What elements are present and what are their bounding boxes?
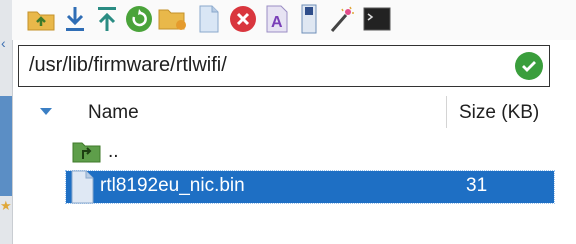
refresh-icon [126,6,152,32]
file-name: rtl8192eu_nic.bin [100,175,245,196]
column-name-header[interactable]: Name [88,102,139,124]
delete-button[interactable] [228,4,258,34]
refresh-button[interactable] [124,4,154,34]
open-button[interactable] [326,4,356,34]
svg-text:A: A [271,14,283,31]
file-size: 31 [466,175,488,196]
delete-icon [230,6,256,32]
side-pane-tab[interactable] [0,96,12,196]
go-button[interactable] [515,52,543,80]
upload-arrow-icon [98,7,116,31]
download-button[interactable] [60,4,90,34]
path-input[interactable]: /usr/lib/firmware/rtlwifi/ [29,54,227,77]
terminal-button[interactable] [362,4,392,34]
folder-up-icon [27,11,55,31]
parent-folder-button[interactable] [26,4,56,34]
table-row[interactable]: rtl8192eu_nic.bin 31 [65,170,555,204]
chevron-left-icon[interactable]: ‹ [1,36,11,50]
download-arrow-icon [66,7,84,31]
column-size-header[interactable]: Size (KB) [459,102,539,124]
parent-folder-icon [72,142,101,163]
sort-descending-icon[interactable] [40,108,52,115]
new-folder-button[interactable] [158,4,188,34]
parent-directory-label: .. [108,141,119,162]
toolbar: A [12,0,576,40]
terminal-icon [363,7,391,31]
rename-icon: A [266,5,288,33]
star-icon[interactable]: ★ [0,198,12,214]
new-file-icon [199,5,219,33]
column-divider[interactable] [446,96,447,128]
properties-icon [301,4,317,34]
upload-button[interactable] [92,4,122,34]
column-header: Name Size (KB) [18,92,558,132]
path-bar[interactable]: /usr/lib/firmware/rtlwifi/ [18,45,550,87]
file-list: Name Size (KB) .. rtl8192eu_nic.bin 31 [18,92,558,244]
parent-directory-row[interactable]: .. [66,137,554,169]
magic-wand-icon [330,6,354,32]
file-icon [71,170,94,204]
new-file-button[interactable] [194,4,224,34]
new-folder-icon [158,9,186,30]
rename-button[interactable]: A [262,4,292,34]
checkmark-icon [522,61,536,72]
properties-button[interactable] [294,4,324,34]
